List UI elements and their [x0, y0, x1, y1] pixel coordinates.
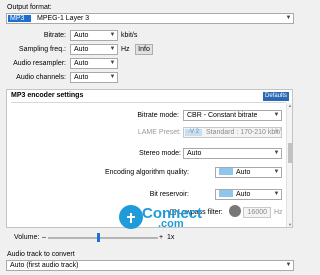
- info-button[interactable]: Info: [135, 44, 153, 55]
- lowpass-unit: Hz: [274, 209, 283, 216]
- volume-minus[interactable]: –: [42, 233, 46, 242]
- stereo-mode-label: Stereo mode:: [138, 150, 181, 157]
- bitrate-mode-select[interactable]: CBR - Constant bitrate ▼: [183, 110, 282, 121]
- volume-multiplier: 1x: [167, 234, 175, 241]
- chevron-down-icon: ▼: [109, 32, 116, 38]
- watermark: Connect .com: [118, 204, 202, 230]
- reservoir-select[interactable]: Auto ▼: [215, 189, 282, 200]
- channels-select[interactable]: Auto ▼: [70, 72, 118, 83]
- lame-preset-label: LAME Preset:: [137, 129, 181, 136]
- stereo-mode-value: Auto: [187, 150, 202, 157]
- format-description: MPEG-1 Layer 3: [37, 15, 90, 22]
- sampling-unit: Hz: [121, 46, 130, 53]
- channels-label: Audio channels:: [16, 74, 66, 81]
- bitrate-value: Auto: [74, 32, 89, 39]
- panel-title: MP3 encoder settings: [11, 92, 84, 99]
- chevron-down-icon: ▼: [109, 46, 116, 52]
- lame-preset-select[interactable]: -V 2 Standard : 170-210 kbit/s ▼: [183, 127, 282, 138]
- reservoir-label: Bit reservoir:: [149, 191, 189, 198]
- stereo-mode-select[interactable]: Auto ▼: [183, 148, 282, 159]
- defaults-button[interactable]: Defaults: [263, 92, 289, 101]
- chevron-down-icon: ▼: [109, 74, 116, 80]
- channels-value: Auto: [74, 74, 89, 81]
- chevron-down-icon: ▼: [285, 15, 292, 21]
- watermark-sub: .com: [158, 218, 184, 230]
- output-format-select[interactable]: MP3 MPEG-1 Layer 3 ▼: [6, 13, 294, 24]
- scrollbar-thumb[interactable]: [288, 143, 292, 163]
- volume-thumb[interactable]: [96, 233, 100, 242]
- bitrate-label: Bitrate:: [43, 32, 66, 39]
- volume-label: Volume:: [14, 234, 40, 241]
- volume-track[interactable]: [48, 237, 158, 239]
- chevron-down-icon: ▼: [273, 169, 280, 175]
- lame-preset-value: -V 2: [185, 129, 202, 136]
- bitrate-unit: kbit/s: [121, 32, 138, 39]
- reservoir-swatch: [219, 190, 233, 197]
- sampling-value: Auto: [74, 46, 89, 53]
- sampling-label: Sampling freq.:: [18, 46, 66, 53]
- scroll-up-icon[interactable]: ▲: [287, 103, 293, 108]
- gear-icon: [229, 205, 241, 217]
- quality-label: Encoding algorithm quality:: [104, 169, 189, 176]
- chevron-down-icon: ▼: [273, 191, 280, 197]
- resampler-select[interactable]: Auto ▼: [70, 58, 118, 69]
- volume-plus[interactable]: +: [159, 233, 163, 242]
- watermark-logo-icon: [119, 205, 143, 229]
- divider: [11, 102, 286, 103]
- bitrate-select[interactable]: Auto ▼: [70, 30, 118, 41]
- audio-track-select[interactable]: Auto (first audio track) ▼: [6, 260, 294, 271]
- panel-scrollbar[interactable]: ▲ ▼: [286, 103, 292, 227]
- quality-swatch: [219, 168, 233, 175]
- chevron-down-icon: ▼: [285, 262, 292, 268]
- scroll-down-icon[interactable]: ▼: [287, 222, 293, 227]
- sampling-select[interactable]: Auto ▼: [70, 44, 118, 55]
- quality-value: Auto: [236, 169, 251, 176]
- format-short: MP3: [8, 15, 31, 22]
- audio-track-value: Auto (first audio track): [10, 262, 79, 269]
- bitrate-mode-label: Bitrate mode:: [137, 112, 179, 119]
- output-format-label: Output format:: [7, 4, 52, 11]
- chevron-down-icon: ▼: [109, 60, 116, 66]
- chevron-down-icon: ▼: [273, 129, 280, 135]
- chevron-down-icon: ▼: [273, 150, 280, 156]
- lowpass-field[interactable]: 16000: [243, 207, 271, 218]
- resampler-value: Auto: [74, 60, 89, 67]
- bitrate-mode-value: CBR - Constant bitrate: [187, 112, 258, 119]
- resampler-label: Audio resampler:: [13, 60, 66, 67]
- lame-preset-desc: Standard : 170-210 kbit/s: [206, 129, 282, 136]
- reservoir-value: Auto: [236, 191, 251, 198]
- lowpass-value: 16000: [247, 209, 267, 216]
- audio-track-label: Audio track to convert: [7, 251, 75, 258]
- quality-select[interactable]: Auto ▼: [215, 167, 282, 178]
- chevron-down-icon: ▼: [273, 112, 280, 118]
